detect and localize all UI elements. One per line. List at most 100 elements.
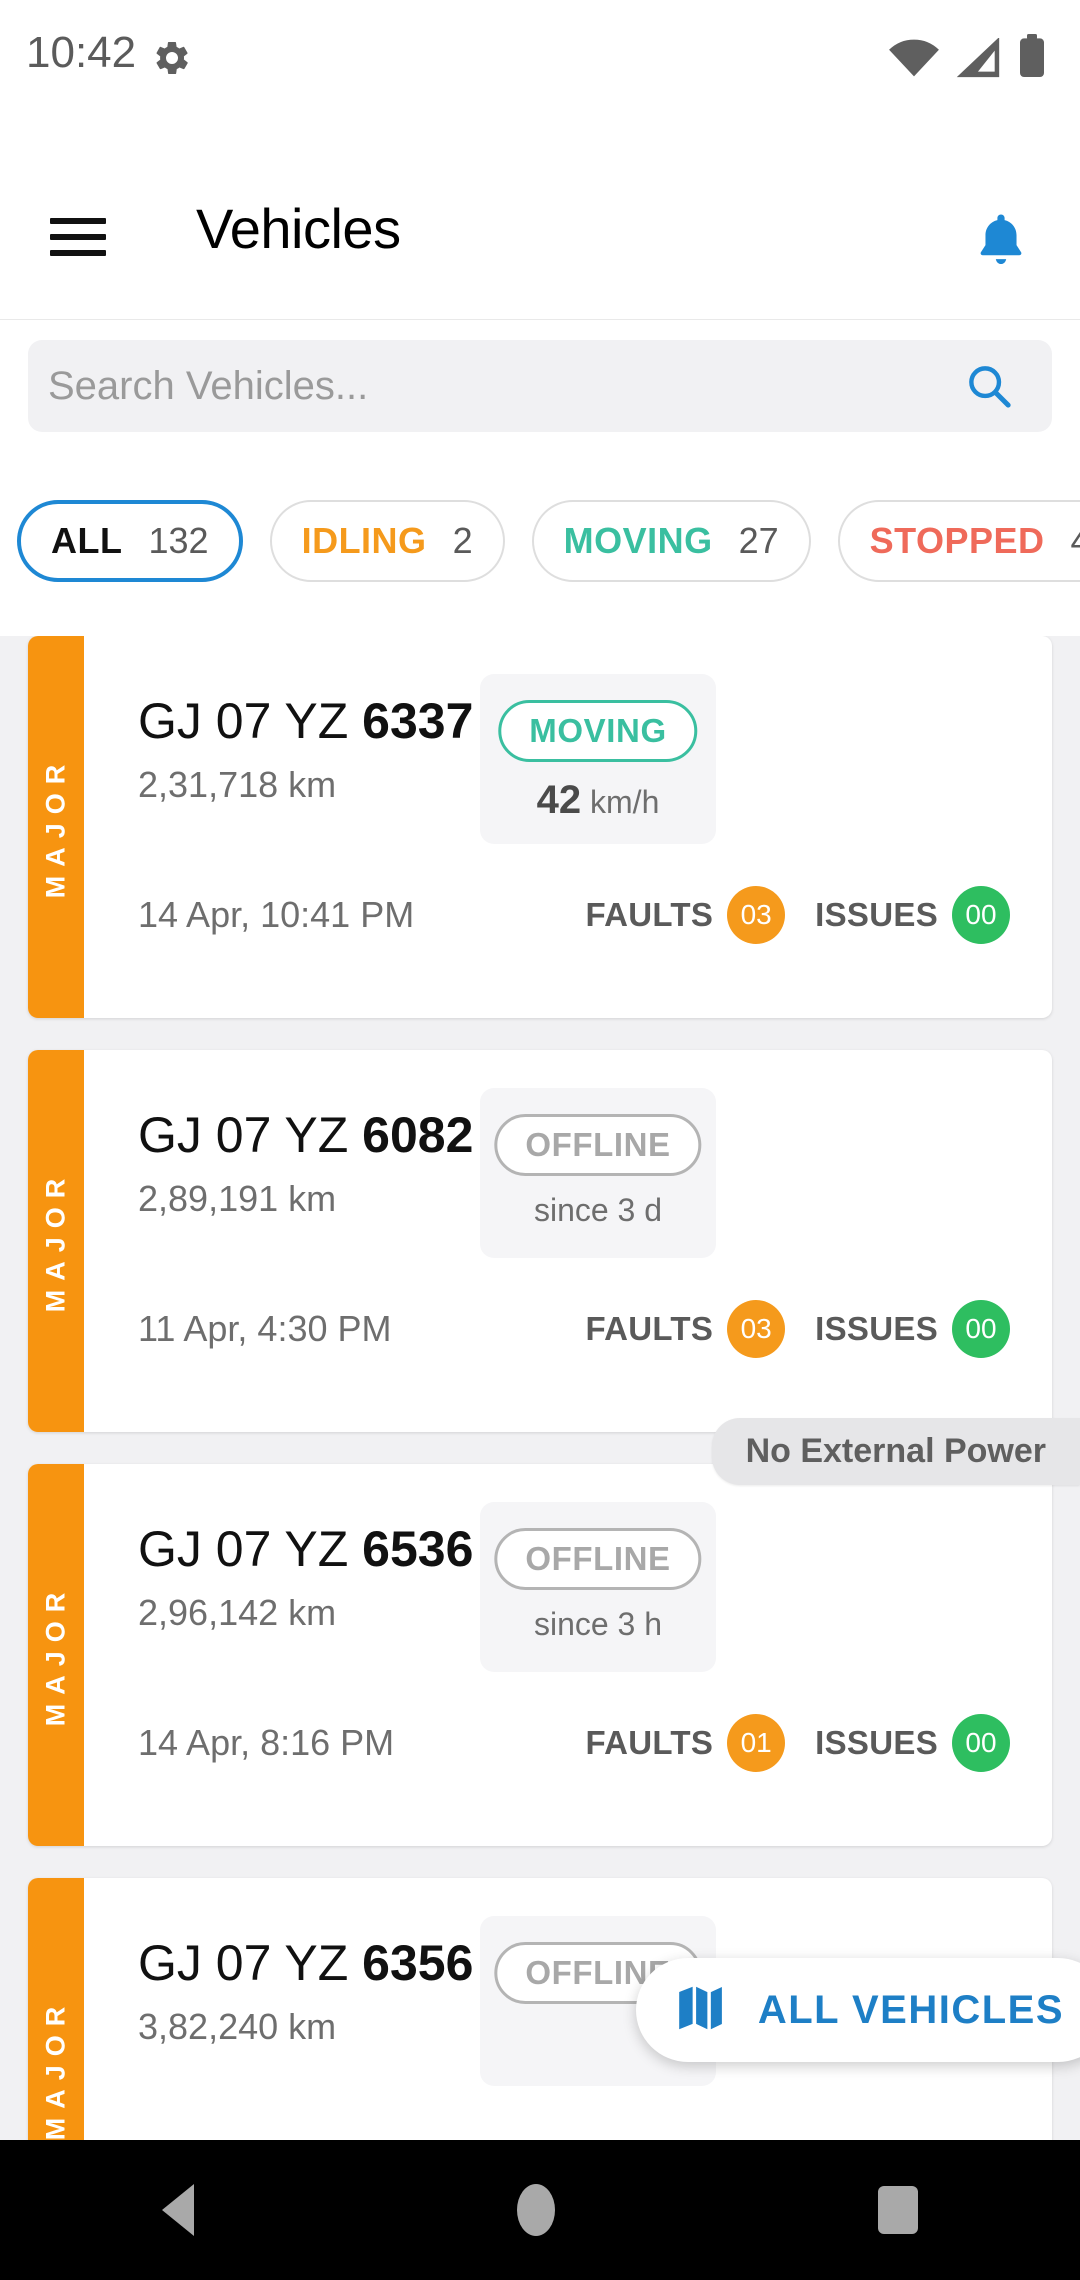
search-icon[interactable] — [966, 363, 1012, 409]
vehicle-odometer: 2,89,191 km — [138, 1178, 337, 1219]
vehicle-status-text: OFFLINE — [525, 1540, 671, 1577]
severity-label: MAJOR — [40, 1583, 71, 1727]
vehicle-timestamp: 14 Apr, 10:41 PM — [138, 894, 415, 935]
vehicle-odometer: 2,96,142 km — [138, 1592, 337, 1633]
vehicle-plate-prefix: GJ 07 YZ — [138, 1107, 363, 1163]
vehicle-plate: GJ 07 YZ 6356 — [138, 1934, 473, 1992]
wifi-icon — [888, 38, 940, 83]
faults-count-badge: 03 — [727, 1300, 786, 1358]
vehicle-card-body: GJ 07 YZ 6082 2,89,191 km 11 Apr, 4:30 PM O… — [84, 1050, 1052, 1432]
vehicle-plate-number: 6082 — [362, 1107, 474, 1163]
filter-chip-moving[interactable]: MOVING 27 — [531, 500, 811, 582]
vehicle-status-text: MOVING — [529, 712, 667, 749]
vehicle-status-sub-unit: since 3 d — [533, 1192, 663, 1228]
all-vehicles-map-button[interactable]: ALL VEHICLES — [635, 1958, 1080, 2062]
faults-count-badge: 01 — [727, 1714, 786, 1772]
vehicle-status-sub-unit: since 3 h — [533, 1606, 663, 1642]
vehicle-timestamp: 11 Apr, 4:30 PM — [138, 1308, 392, 1349]
issues-count-badge: 00 — [952, 886, 1010, 944]
filter-chip-all[interactable]: ALL 132 — [17, 500, 243, 582]
vehicle-speed-value: 42 — [536, 778, 582, 822]
phone-screen: 10:42 Vehicles Search Vehicles... ALL 13… — [0, 0, 1080, 2280]
filter-chip-count: 2 — [452, 520, 473, 561]
issues-label: ISSUES — [815, 1724, 938, 1761]
vehicle-card-body: GJ 07 YZ 6536 2,96,142 km 14 Apr, 8:16 PM O… — [84, 1464, 1052, 1846]
filter-chip-label: IDLING — [301, 520, 427, 561]
vehicle-odometer: 2,31,718 km — [138, 764, 337, 805]
back-icon[interactable] — [161, 2184, 194, 2236]
vehicle-plate: GJ 07 YZ 6082 — [138, 1106, 473, 1164]
issues-label: ISSUES — [815, 896, 938, 933]
recents-icon[interactable] — [878, 2186, 919, 2234]
vehicle-status-box: OFFLINE since 3 h — [480, 1502, 716, 1672]
status-bar-clock: 10:42 — [26, 28, 137, 77]
app-bar — [0, 110, 1080, 320]
issues-label: ISSUES — [815, 1310, 938, 1347]
severity-strip: MAJOR — [28, 1050, 84, 1432]
gear-icon — [152, 38, 192, 78]
faults-label: FAULTS — [585, 1724, 714, 1761]
vehicle-card[interactable]: MAJOR No External Power GJ 07 YZ 6536 2,96,… — [28, 1418, 1080, 1846]
vehicle-card[interactable]: MAJOR GJ 07 YZ 6337 2,31,718 km 14 Apr, 10:… — [28, 636, 1052, 1018]
filter-chip-label: ALL — [51, 520, 123, 561]
search-input[interactable] — [48, 340, 928, 432]
filter-chip-count: 132 — [148, 520, 209, 561]
all-vehicles-label: ALL VEHICLES — [757, 1987, 1064, 2032]
filter-chip-stopped[interactable]: STOPPED 4 — [837, 500, 1080, 582]
vehicle-status-text: OFFLINE — [525, 1126, 671, 1163]
filter-chip-row[interactable]: ALL 132 IDLING 2 MOVING 27 STOPPED 4 — [0, 500, 1080, 635]
status-bar-icons — [888, 34, 1046, 83]
bell-icon[interactable] — [974, 212, 1028, 272]
vehicle-counters: FAULTS 03 ISSUES 00 — [585, 1300, 1010, 1358]
vehicle-plate-number: 6356 — [362, 1935, 474, 1991]
faults-count-badge: 03 — [727, 886, 786, 944]
home-icon[interactable] — [516, 2184, 555, 2236]
issues-count-badge: 00 — [952, 1300, 1010, 1358]
vehicle-timestamp: 14 Apr, 8:16 PM — [138, 1722, 395, 1763]
hamburger-menu-icon[interactable] — [50, 218, 106, 256]
issues-count-badge: 00 — [952, 1714, 1010, 1772]
severity-label: MAJOR — [40, 1997, 71, 2141]
vehicle-status-sub: since 3 d — [480, 1192, 716, 1229]
vehicle-status-sub: since 3 h — [480, 1606, 716, 1643]
vehicle-card[interactable]: MAJOR GJ 07 YZ 6082 2,89,191 km 11 Apr, 4:3… — [28, 1050, 1052, 1432]
vehicle-plate: GJ 07 YZ 6536 — [138, 1520, 473, 1578]
vehicle-status-pill: OFFLINE — [494, 1114, 702, 1176]
severity-strip: MAJOR — [28, 636, 84, 1018]
vehicle-counters: FAULTS 03 ISSUES 00 — [585, 886, 1010, 944]
vehicle-plate-prefix: GJ 07 YZ — [138, 1521, 363, 1577]
vehicle-status-pill: MOVING — [498, 700, 698, 762]
filter-chip-idling[interactable]: IDLING 2 — [269, 500, 505, 582]
filter-chip-label: MOVING — [563, 520, 713, 561]
status-bar: 10:42 — [0, 0, 1080, 110]
faults-label: FAULTS — [585, 896, 714, 933]
map-icon — [674, 1982, 726, 2039]
filter-chip-count: 4 — [1071, 520, 1080, 562]
severity-label: MAJOR — [40, 755, 71, 899]
vehicle-status-pill: OFFLINE — [494, 1528, 702, 1590]
severity-strip: MAJOR — [28, 1878, 84, 2154]
vehicle-status-sub: 42 km/h — [480, 778, 716, 823]
vehicle-plate-prefix: GJ 07 YZ — [138, 693, 363, 749]
cellular-signal-icon — [956, 37, 1002, 83]
faults-label: FAULTS — [585, 1310, 714, 1347]
vehicle-plate: GJ 07 YZ 6337 — [138, 692, 473, 750]
vehicle-counters: FAULTS 01 ISSUES 00 — [585, 1714, 1010, 1772]
vehicle-plate-prefix: GJ 07 YZ — [138, 1935, 363, 1991]
battery-icon — [1018, 34, 1046, 83]
vehicle-plate-number: 6536 — [362, 1521, 474, 1577]
vehicle-odometer: 3,82,240 km — [138, 2006, 337, 2047]
vehicle-status-box: OFFLINE since 3 d — [480, 1088, 716, 1258]
vehicle-card-body: GJ 07 YZ 6337 2,31,718 km 14 Apr, 10:41 PM… — [84, 636, 1052, 1018]
filter-chip-label: STOPPED — [869, 520, 1045, 561]
page-title: Vehicles — [196, 197, 401, 260]
vehicle-status-box: MOVING 42 km/h — [480, 674, 716, 844]
filter-chip-count: 27 — [738, 520, 779, 561]
severity-strip: MAJOR — [28, 1464, 84, 1846]
severity-label: MAJOR — [40, 1169, 71, 1313]
vehicle-status-sub-unit: km/h — [581, 784, 660, 820]
vehicle-plate-number: 6337 — [362, 693, 474, 749]
vehicle-list[interactable]: MAJOR GJ 07 YZ 6337 2,31,718 km 14 Apr, 10:… — [0, 636, 1080, 2154]
android-navigation-bar[interactable] — [0, 2140, 1080, 2280]
search-bar[interactable] — [28, 340, 1052, 432]
